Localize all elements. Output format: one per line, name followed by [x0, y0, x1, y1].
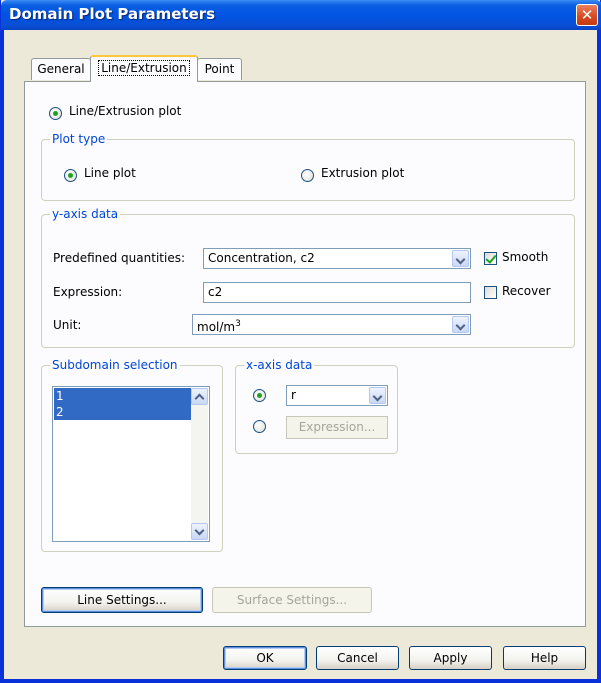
title-bar[interactable]: Domain Plot Parameters ✕ [1, 0, 601, 30]
help-label: Help [530, 651, 559, 665]
plot-type-group: Plot type Line plot Extrusion plot [41, 132, 575, 201]
scroll-down-icon[interactable] [191, 523, 208, 540]
line-extrusion-plot-radio[interactable] [49, 107, 62, 120]
y-axis-data-group: y-axis data Predefined quantities: Conce… [41, 207, 575, 348]
predefined-quantities-label: Predefined quantities: [53, 251, 185, 265]
unit-select[interactable]: mol/m3 [192, 314, 471, 335]
predefined-quantities-select[interactable]: Concentration, c2 [203, 248, 471, 269]
unit-label: Unit: [53, 318, 82, 332]
recover-label: Recover [502, 284, 551, 298]
chevron-down-icon[interactable] [452, 316, 469, 333]
apply-button[interactable]: Apply [409, 646, 492, 670]
ok-label: OK [256, 651, 274, 665]
extrusion-plot-radio[interactable] [301, 169, 314, 182]
x-axis-data-group: x-axis data r Expression... [235, 358, 398, 454]
tab-point[interactable]: Point [197, 58, 242, 80]
expression-input[interactable]: c2 [203, 282, 471, 303]
subdomain-scrollbar[interactable] [191, 388, 208, 540]
x-axis-data-title: x-axis data [244, 358, 315, 372]
expression-value: c2 [208, 285, 223, 299]
line-extrusion-plot-label: Line/Extrusion plot [69, 104, 182, 118]
smooth-checkbox[interactable] [484, 252, 497, 265]
list-item[interactable]: 1 [54, 388, 191, 404]
subdomain-selection-title: Subdomain selection [50, 358, 180, 372]
line-plot-radio[interactable] [64, 169, 77, 182]
window-border-bottom [1, 679, 601, 682]
extrusion-plot-label: Extrusion plot [321, 166, 405, 180]
dialog-window: Domain Plot Parameters ✕ General Line/Ex… [0, 0, 601, 683]
chevron-down-icon[interactable] [369, 387, 386, 404]
cancel-button[interactable]: Cancel [316, 646, 399, 670]
window-border-left [1, 30, 4, 683]
y-axis-data-title: y-axis data [50, 207, 121, 221]
ok-button[interactable]: OK [223, 646, 307, 670]
tab-general-label: General [37, 62, 85, 76]
smooth-label: Smooth [502, 250, 549, 264]
recover-checkbox[interactable] [484, 286, 497, 299]
unit-value: mol/m3 [197, 319, 241, 334]
apply-label: Apply [433, 651, 468, 665]
cancel-label: Cancel [337, 651, 378, 665]
x-axis-variable-value: r [291, 388, 296, 402]
list-item[interactable]: 2 [54, 404, 191, 420]
window-border-right [597, 30, 600, 683]
x-axis-expression-radio[interactable] [253, 420, 266, 433]
x-axis-variable-select[interactable]: r [286, 385, 388, 406]
line-plot-label: Line plot [84, 166, 136, 180]
plot-type-title: Plot type [50, 132, 108, 146]
surface-settings-button[interactable]: Surface Settings... [212, 587, 372, 613]
chevron-down-icon[interactable] [452, 250, 469, 267]
subdomain-selection-group: Subdomain selection 1 2 [41, 358, 223, 552]
tab-panel: Line/Extrusion plot Plot type Line plot … [24, 81, 586, 627]
x-axis-expression-label: Expression... [298, 420, 376, 434]
line-settings-label: Line Settings... [77, 593, 167, 607]
line-settings-button[interactable]: Line Settings... [41, 587, 203, 613]
tab-point-label: Point [204, 62, 235, 76]
predefined-quantities-value: Concentration, c2 [208, 251, 315, 265]
surface-settings-label: Surface Settings... [236, 593, 348, 607]
help-button[interactable]: Help [503, 646, 586, 670]
x-axis-variable-radio[interactable] [253, 389, 266, 402]
tab-line-extrusion-label: Line/Extrusion [98, 60, 190, 76]
x-axis-expression-button[interactable]: Expression... [286, 416, 388, 439]
tab-line-extrusion[interactable]: Line/Extrusion [90, 55, 198, 82]
tab-general[interactable]: General [31, 58, 91, 80]
close-button[interactable]: ✕ [576, 4, 598, 26]
subdomain-list[interactable]: 1 2 [52, 386, 210, 542]
close-icon: ✕ [580, 6, 594, 24]
window-title: Domain Plot Parameters [9, 5, 216, 23]
expression-label: Expression: [53, 285, 123, 299]
scroll-up-icon[interactable] [191, 388, 208, 405]
